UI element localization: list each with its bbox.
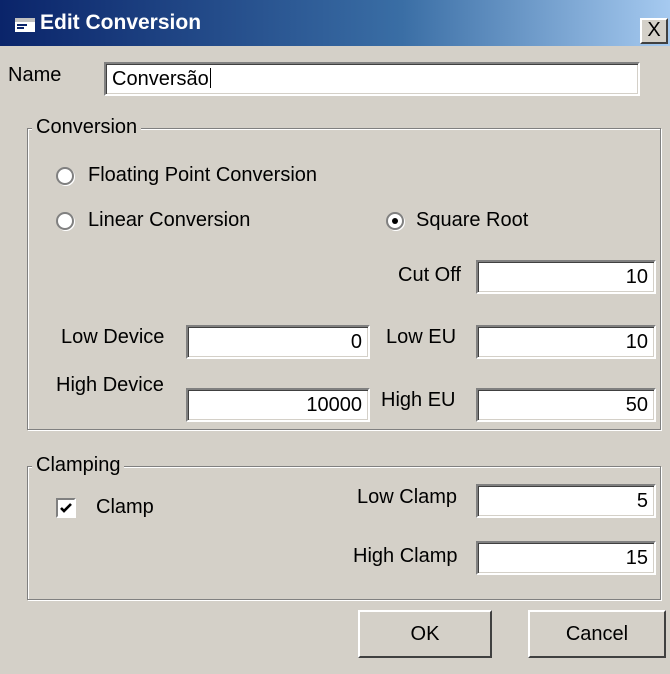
edit-conversion-dialog: Edit Conversion X Name Conversão Convers…: [0, 0, 670, 674]
floating-point-label[interactable]: Floating Point Conversion: [88, 164, 317, 187]
low-eu-label: Low EU: [386, 326, 457, 348]
window-title: Edit Conversion: [40, 11, 202, 34]
radio-selected-dot: [392, 218, 398, 224]
high-device-input[interactable]: 10000: [186, 388, 370, 422]
cut-off-value: 10: [625, 266, 648, 288]
high-eu-input[interactable]: 50: [476, 388, 656, 422]
name-label: Name: [8, 64, 62, 86]
low-device-value: 0: [350, 331, 362, 353]
ok-button[interactable]: OK: [358, 610, 492, 658]
checkmark-icon: [60, 503, 72, 513]
high-eu-value: 50: [625, 394, 648, 416]
low-device-input[interactable]: 0: [186, 325, 370, 359]
low-clamp-label: Low Clamp: [357, 486, 458, 508]
low-eu-input[interactable]: 10: [476, 325, 656, 359]
close-icon: X: [647, 19, 661, 41]
title-bar[interactable]: Edit Conversion: [0, 0, 670, 46]
high-clamp-label: High Clamp: [353, 545, 458, 567]
high-device-label: High Device: [56, 374, 164, 396]
clamp-label[interactable]: Clamp: [96, 496, 154, 519]
floating-point-radio[interactable]: [56, 167, 74, 185]
name-input[interactable]: Conversão: [104, 62, 640, 96]
clamp-checkbox[interactable]: [56, 498, 76, 518]
high-clamp-value: 15: [625, 547, 648, 569]
linear-conversion-label[interactable]: Linear Conversion: [88, 209, 250, 232]
low-clamp-value: 5: [636, 490, 648, 512]
low-clamp-input[interactable]: 5: [476, 484, 656, 518]
text-caret: [209, 68, 211, 88]
cut-off-input[interactable]: 10: [476, 260, 656, 294]
high-device-value: 10000: [306, 394, 362, 416]
window-icon: [15, 18, 35, 32]
cut-off-label: Cut Off: [398, 264, 461, 286]
high-clamp-input[interactable]: 15: [476, 541, 656, 575]
conversion-group-legend: Conversion: [32, 116, 142, 139]
high-eu-label: High EU: [381, 389, 456, 411]
square-root-label[interactable]: Square Root: [416, 209, 528, 232]
cancel-button[interactable]: Cancel: [528, 610, 666, 658]
linear-conversion-radio[interactable]: [56, 212, 74, 230]
low-eu-value: 10: [625, 331, 648, 353]
name-input-value: Conversão: [112, 68, 209, 90]
clamping-group-legend: Clamping: [32, 454, 125, 477]
square-root-radio[interactable]: [386, 212, 404, 230]
close-button[interactable]: X: [640, 18, 668, 44]
low-device-label: Low Device: [61, 326, 165, 348]
